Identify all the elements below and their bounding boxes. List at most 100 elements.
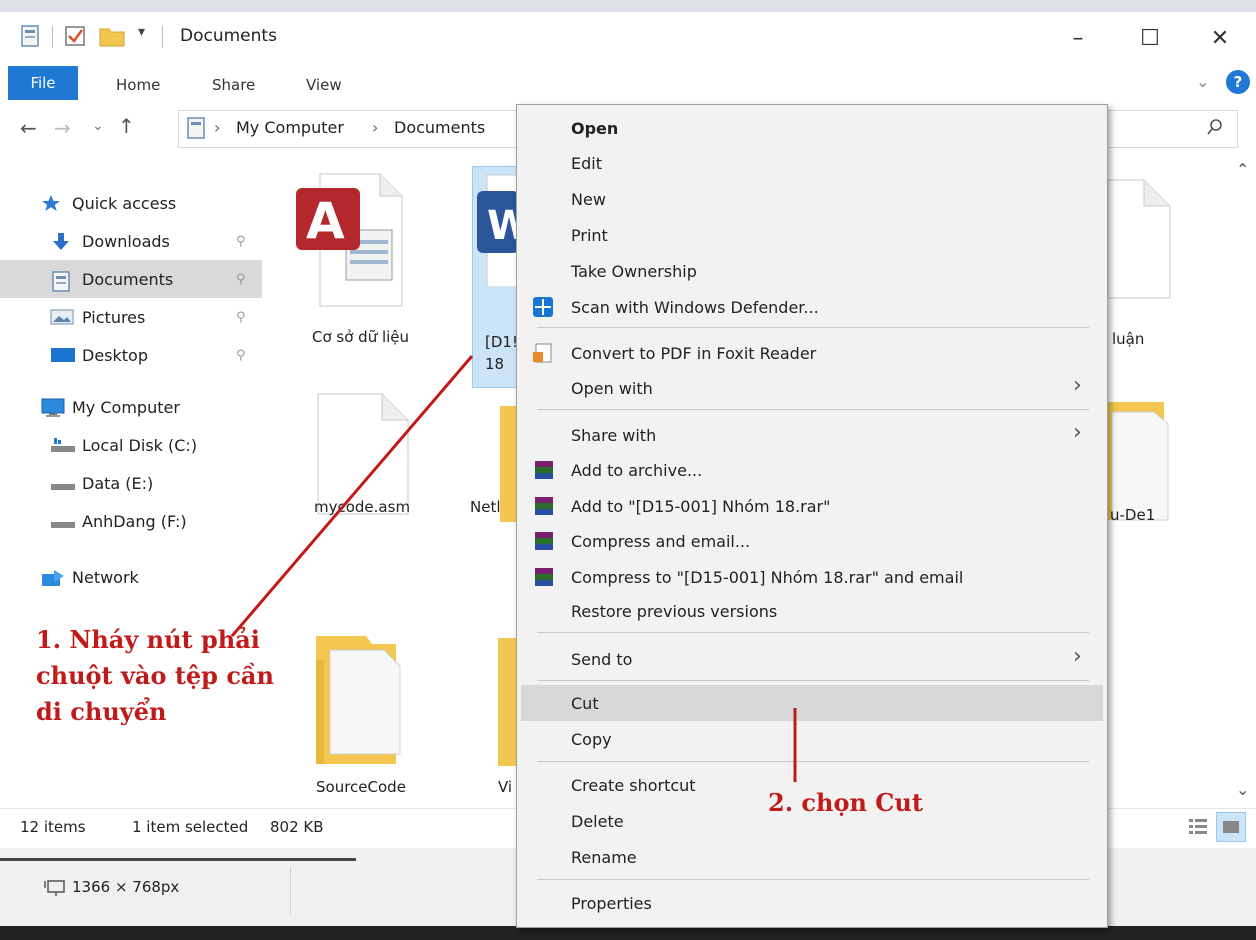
toolbar-divider xyxy=(52,26,53,48)
nav-documents[interactable]: Documents ⚲ xyxy=(0,260,262,298)
menu-item-create-shortcut[interactable]: Create shortcut xyxy=(571,776,696,795)
menu-item-copy[interactable]: Copy xyxy=(571,730,612,749)
nav-quick-access[interactable]: Quick access xyxy=(0,184,262,222)
tab-home[interactable]: Home xyxy=(116,70,160,100)
pin-icon[interactable]: ⚲ xyxy=(236,234,246,249)
menu-separator xyxy=(537,327,1089,328)
status-item-count: 12 items xyxy=(20,818,86,836)
search-icon[interactable] xyxy=(1206,118,1224,136)
tab-file[interactable]: File xyxy=(8,66,78,100)
download-icon xyxy=(50,232,74,250)
file-item-selected[interactable]: W [D1! 18 xyxy=(472,166,520,388)
help-icon[interactable]: ? xyxy=(1226,70,1250,94)
menu-item-share-with[interactable]: Share with xyxy=(571,426,656,445)
nav-downloads[interactable]: Downloads ⚲ xyxy=(0,222,262,260)
customize-toolbar-icon[interactable]: ▾ xyxy=(138,24,145,40)
nav-label: Local Disk (C:) xyxy=(82,435,198,455)
menu-item-rename[interactable]: Rename xyxy=(571,848,637,867)
forward-button[interactable]: → xyxy=(54,116,71,140)
pin-icon[interactable]: ⚲ xyxy=(236,272,246,287)
nav-my-computer[interactable]: My Computer xyxy=(0,388,262,426)
menu-item-edit[interactable]: Edit xyxy=(571,154,602,173)
menu-item-delete[interactable]: Delete xyxy=(571,812,624,831)
nav-data-e[interactable]: Data (E:) xyxy=(0,464,262,502)
menu-separator xyxy=(537,761,1089,762)
menu-item-print[interactable]: Print xyxy=(571,226,608,245)
menu-item-compress-email[interactable]: Compress and email... xyxy=(571,532,750,551)
menu-item-compress-to-rar-email[interactable]: Compress to "[D15-001] Nhóm 18.rar" and … xyxy=(571,568,963,587)
winrar-icon xyxy=(533,530,555,552)
menu-item-restore-versions[interactable]: Restore previous versions xyxy=(571,602,777,621)
star-icon xyxy=(40,194,64,212)
menu-item-add-archive[interactable]: Add to archive... xyxy=(571,461,702,480)
file-item[interactable]: Netl xyxy=(470,398,516,538)
status-size: 802 KB xyxy=(270,818,324,836)
menu-item-scan-defender[interactable]: Scan with Windows Defender... xyxy=(571,298,819,317)
nav-label: Data (E:) xyxy=(82,473,154,493)
recent-locations-button[interactable]: ⌄ xyxy=(92,118,104,134)
up-button[interactable]: ↑ xyxy=(118,114,135,138)
window-title: Documents xyxy=(180,26,277,46)
image-dimensions: 1366 × 768px xyxy=(72,878,180,896)
nav-label: Network xyxy=(72,567,139,587)
nav-anhdang-f[interactable]: AnhDang (F:) xyxy=(0,502,262,540)
breadcrumb-separator: › xyxy=(372,118,379,137)
menu-item-open[interactable]: Open xyxy=(571,119,618,138)
new-folder-icon[interactable] xyxy=(98,24,126,48)
scroll-down-button[interactable]: ⌄ xyxy=(1236,780,1249,799)
foxit-icon xyxy=(531,341,555,365)
menu-item-add-to-rar[interactable]: Add to "[D15-001] Nhóm 18.rar" xyxy=(571,497,830,516)
details-view-icon[interactable] xyxy=(1186,814,1210,838)
maximize-button[interactable]: ☐ xyxy=(1120,18,1180,58)
breadcrumb-my-computer[interactable]: My Computer xyxy=(236,118,344,137)
menu-item-properties[interactable]: Properties xyxy=(571,894,652,913)
nav-label: AnhDang (F:) xyxy=(82,511,187,531)
defender-icon xyxy=(531,295,555,319)
tab-view[interactable]: View xyxy=(306,70,342,100)
large-icons-view-icon[interactable] xyxy=(1216,812,1246,842)
menu-item-new[interactable]: New xyxy=(571,190,606,209)
submenu-arrow-icon: › xyxy=(1073,420,1082,445)
menu-item-send-to[interactable]: Send to xyxy=(571,650,632,669)
nav-local-disk-c[interactable]: Local Disk (C:) xyxy=(0,426,262,464)
annotation-step1-line3: di chuyển xyxy=(36,697,167,726)
breadcrumb-documents[interactable]: Documents xyxy=(394,118,485,137)
pin-icon[interactable]: ⚲ xyxy=(236,310,246,325)
minimize-button[interactable]: – xyxy=(1048,18,1108,58)
status-selection: 1 item selected xyxy=(132,818,249,836)
desktop-icon xyxy=(50,346,75,364)
menu-item-take-ownership[interactable]: Take Ownership xyxy=(571,262,697,281)
file-name: Netl xyxy=(470,498,501,516)
nav-network[interactable]: Network xyxy=(0,558,262,596)
breadcrumb-separator: › xyxy=(214,118,221,137)
checkmark-icon[interactable] xyxy=(64,25,86,47)
divider xyxy=(0,858,356,861)
nav-desktop[interactable]: Desktop ⚲ xyxy=(0,336,262,374)
file-item[interactable]: SourceCode xyxy=(300,630,440,800)
folder-icon xyxy=(498,638,516,766)
menu-item-open-with[interactable]: Open with xyxy=(571,379,653,398)
pictures-icon xyxy=(50,308,74,326)
file-item[interactable]: u-De1 xyxy=(1108,396,1238,536)
properties-icon[interactable] xyxy=(20,24,40,48)
scroll-up-button[interactable]: ⌃ xyxy=(1236,160,1249,179)
tab-share[interactable]: Share xyxy=(212,70,255,100)
computer-icon xyxy=(40,398,65,417)
nav-pictures[interactable]: Pictures ⚲ xyxy=(0,298,262,336)
file-item[interactable]: Vi xyxy=(490,632,516,802)
menu-item-convert-pdf[interactable]: Convert to PDF in Foxit Reader xyxy=(571,344,816,363)
menu-item-cut[interactable]: Cut xyxy=(571,694,599,713)
file-item[interactable]: luận xyxy=(1108,170,1238,370)
drive-icon xyxy=(50,436,75,454)
taskbar-edge xyxy=(0,926,1256,940)
back-button[interactable]: ← xyxy=(20,116,37,140)
file-name: 18 xyxy=(485,355,505,373)
access-file-icon: A xyxy=(296,173,403,307)
close-button[interactable]: ✕ xyxy=(1190,18,1250,58)
file-item[interactable]: mycode.asm xyxy=(300,390,430,530)
network-icon xyxy=(40,568,64,586)
annotation-step2: 2. chọn Cut xyxy=(768,788,923,817)
ribbon-collapse-icon[interactable]: ⌄ xyxy=(1196,72,1209,91)
pin-icon[interactable]: ⚲ xyxy=(236,348,246,363)
file-item[interactable]: A Cơ sở dữ liệu xyxy=(290,160,420,346)
